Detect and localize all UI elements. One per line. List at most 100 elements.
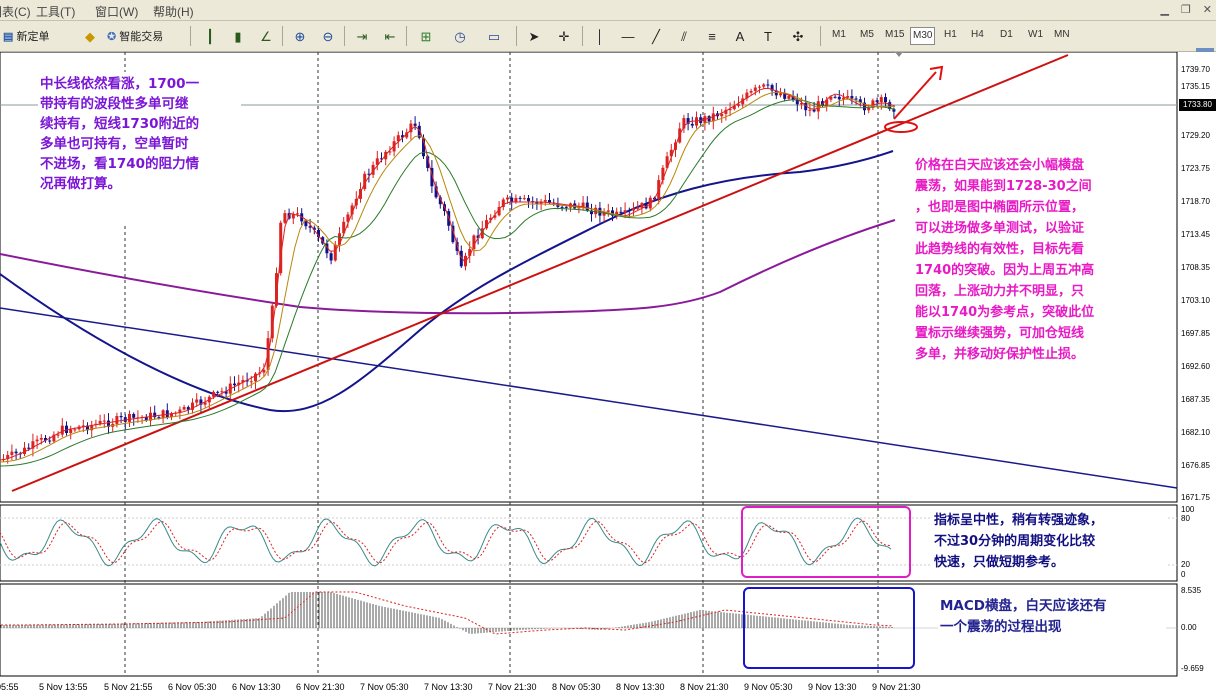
restore-icon[interactable]: ❐ bbox=[1181, 3, 1191, 16]
templates-icon[interactable]: ▭ bbox=[482, 26, 506, 48]
timeframe-w1[interactable]: W1 bbox=[1028, 29, 1043, 40]
annotation-oscillator: 指标呈中性，稍有转强迹象， 不过30分钟的周期变化比较 快速，只做短期参考。 bbox=[930, 508, 1168, 576]
equidistant-channel-icon[interactable]: ⫽ bbox=[672, 26, 696, 48]
timeframe-m1[interactable]: M1 bbox=[832, 29, 846, 40]
zoom-in-icon[interactable]: ⊕ bbox=[288, 26, 312, 48]
timeframe-m15[interactable]: M15 bbox=[885, 29, 904, 40]
zoom-out-icon[interactable]: ⊖ bbox=[316, 26, 340, 48]
annotation-line: 一个震荡的过程出现 bbox=[940, 619, 1062, 635]
time-label: 9 Nov 13:30 bbox=[808, 682, 857, 692]
periods-icon[interactable]: ◷ bbox=[448, 26, 472, 48]
time-label: 7 Nov 05:30 bbox=[360, 682, 409, 692]
candle-body bbox=[627, 210, 631, 212]
chart-area[interactable]: 中长线依然看涨，1700一 带持有的波段性多单可继 续持有，短线1730附近的 … bbox=[0, 52, 1216, 696]
osc-axis-label: 0 bbox=[1181, 570, 1186, 579]
candle-body bbox=[884, 97, 887, 103]
candle-body bbox=[283, 213, 287, 223]
timeframe-d1[interactable]: D1 bbox=[1000, 29, 1013, 40]
menu-window[interactable]: 窗口(W) bbox=[95, 3, 138, 20]
new-order-icon: ▤ bbox=[3, 31, 14, 43]
time-label: 8 Nov 13:30 bbox=[616, 682, 665, 692]
menu-help[interactable]: 帮助(H) bbox=[153, 3, 194, 20]
candle-body bbox=[837, 96, 841, 100]
candle-body bbox=[606, 210, 610, 212]
price-label: 1739.70 bbox=[1181, 65, 1210, 74]
chart-shift-icon[interactable]: ⇤ bbox=[378, 26, 402, 48]
candle-body bbox=[333, 244, 337, 261]
trendline-icon[interactable]: ╱ bbox=[644, 26, 668, 48]
alert-icon[interactable]: ◆ bbox=[78, 26, 102, 48]
candle-body bbox=[543, 200, 547, 202]
candle-chart-icon[interactable]: ▮ bbox=[226, 26, 250, 48]
vertical-line-icon[interactable]: │ bbox=[588, 26, 612, 48]
candle-body bbox=[581, 202, 585, 207]
separator bbox=[282, 26, 283, 46]
candle-body bbox=[262, 369, 266, 373]
price-label: 1708.35 bbox=[1181, 263, 1210, 272]
price-label: 1723.75 bbox=[1181, 164, 1210, 173]
time-label: 7 Nov 21:30 bbox=[488, 682, 537, 692]
time-label: 7 Nov 13:30 bbox=[424, 682, 473, 692]
annotation-line: 1740的突破。因为上周五冲高 bbox=[915, 263, 1095, 278]
indicators-icon[interactable]: ⊞ bbox=[414, 26, 438, 48]
timeframe-h1[interactable]: H1 bbox=[944, 29, 957, 40]
annotation-line: 价格在白天应该还会小幅横盘 bbox=[915, 158, 1085, 173]
price-label: 1713.45 bbox=[1181, 230, 1210, 239]
annotation-line: 能以1740为参考点，突破此位 bbox=[915, 305, 1095, 320]
candle-body bbox=[60, 425, 64, 435]
candle-body bbox=[115, 416, 119, 424]
text-label-icon[interactable]: T bbox=[756, 26, 780, 48]
time-label: 6 Nov 21:30 bbox=[296, 682, 345, 692]
time-label: 6 Nov 13:30 bbox=[232, 682, 281, 692]
separator bbox=[582, 26, 583, 46]
timeframe-h4[interactable]: H4 bbox=[971, 29, 984, 40]
time-label: 9 Nov 05:30 bbox=[744, 682, 793, 692]
candle-body bbox=[749, 90, 753, 93]
minimize-icon[interactable]: ▁ bbox=[1160, 3, 1168, 16]
annotation-long-term: 中长线依然看涨，1700一 带持有的波段性多单可继 续持有，短线1730附近的 … bbox=[38, 72, 241, 226]
candle-body bbox=[102, 420, 106, 422]
annotation-macd: MACD横盘，白天应该还有 一个震荡的过程出现 bbox=[938, 594, 1166, 660]
candle-body bbox=[39, 438, 43, 440]
annotation-line: 此趋势线的有效性，目标先看 bbox=[915, 242, 1085, 257]
time-label: 2 Nov 05:55 bbox=[0, 682, 19, 692]
candle-body bbox=[766, 84, 770, 86]
horizontal-line-icon[interactable]: — bbox=[616, 26, 640, 48]
new-order-button[interactable]: ▤ 新定单 bbox=[2, 26, 74, 48]
expert-icon: ✪ bbox=[107, 31, 117, 43]
close-icon[interactable]: ✕ bbox=[1203, 3, 1212, 16]
crosshair-icon[interactable]: ✛ bbox=[552, 26, 576, 48]
timeframe-m5[interactable]: M5 bbox=[860, 29, 874, 40]
annotation-line: 置标示继续强势，可加仓短线 bbox=[915, 326, 1085, 341]
candle-body bbox=[762, 84, 766, 87]
window-controls: ▁ ❐ ✕ bbox=[1160, 3, 1212, 16]
line-chart-icon[interactable]: ∠ bbox=[254, 26, 278, 48]
annotation-line: 震荡，如果能到1728-30之间 bbox=[915, 179, 1092, 194]
timeframe-mn[interactable]: MN bbox=[1054, 29, 1070, 40]
macd-axis-label: -9.659 bbox=[1181, 664, 1204, 673]
cursor-icon[interactable]: ➤ bbox=[522, 26, 546, 48]
expert-advisors-button[interactable]: ✪ 智能交易 bbox=[106, 26, 180, 48]
candle-body bbox=[585, 202, 589, 211]
price-label: 1676.85 bbox=[1181, 461, 1210, 470]
candle-body bbox=[14, 451, 18, 454]
time-label: 9 Nov 21:30 bbox=[872, 682, 921, 692]
candle-body bbox=[98, 420, 102, 424]
candle-body bbox=[632, 208, 635, 211]
timeframe-m30[interactable]: M30 bbox=[910, 27, 936, 45]
text-icon[interactable]: A bbox=[728, 26, 752, 48]
price-label: 1697.85 bbox=[1181, 329, 1210, 338]
arrows-icon[interactable]: ✣ bbox=[786, 26, 810, 48]
auto-scroll-icon[interactable]: ⇥ bbox=[350, 26, 374, 48]
candle-body bbox=[413, 123, 417, 126]
fibonacci-icon[interactable]: ≡ bbox=[700, 26, 724, 48]
bar-chart-icon[interactable]: ┃ bbox=[198, 26, 222, 48]
candle-body bbox=[128, 414, 131, 422]
menu-tools[interactable]: 工具(T) bbox=[36, 3, 75, 20]
candle-body bbox=[636, 207, 640, 209]
time-label: 5 Nov 21:55 bbox=[104, 682, 153, 692]
annotation-line: ，也即是图中椭圆所示位置， bbox=[915, 200, 1085, 215]
candle-body bbox=[10, 451, 14, 455]
menu-chart[interactable]: 图表(C) bbox=[0, 3, 31, 20]
candle-body bbox=[850, 96, 854, 99]
